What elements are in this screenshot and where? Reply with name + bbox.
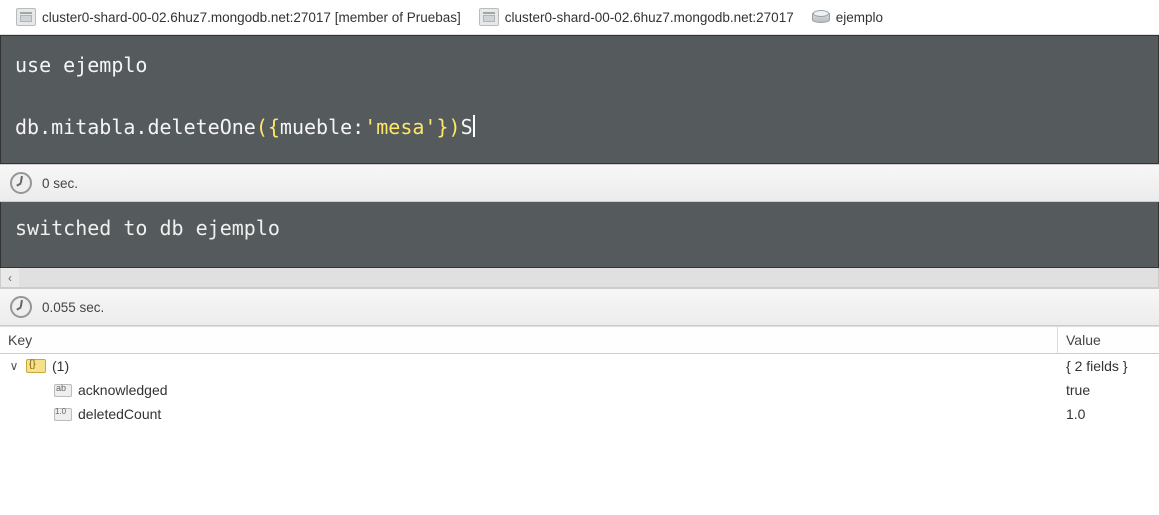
token-paren-close: ) [449, 115, 461, 139]
token-field-key: mueble: [280, 115, 364, 139]
token-paren-open: ( [256, 115, 268, 139]
scroll-track[interactable] [19, 268, 1158, 287]
token-identifier: ejemplo [63, 53, 147, 77]
clock-icon [10, 296, 32, 318]
breadcrumb-server[interactable]: cluster0-shard-00-02.6huz7.mongodb.net:2… [12, 6, 465, 28]
shell-output-1: switched to db ejemplo [0, 202, 1159, 268]
breadcrumb-host[interactable]: cluster0-shard-00-02.6huz7.mongodb.net:2… [475, 6, 798, 28]
breadcrumb-database[interactable]: ejemplo [808, 6, 887, 28]
result-row-acknowledged[interactable]: acknowledged true [0, 378, 1159, 402]
timing-2-text: 0.055 sec. [42, 300, 104, 315]
breadcrumb-host-label: cluster0-shard-00-02.6huz7.mongodb.net:2… [505, 10, 794, 25]
result-deletedcount-label: deletedCount [78, 406, 161, 422]
string-field-icon [54, 384, 72, 397]
token-brace-close: } [436, 115, 448, 139]
result-root-label: (1) [52, 358, 69, 374]
token-brace-open: { [268, 115, 280, 139]
result-deletedcount-value: 1.0 [1058, 402, 1159, 426]
scroll-left-icon[interactable]: ‹ [1, 271, 19, 285]
result-tree: ∨ (1) { 2 fields } acknowledged true del… [0, 354, 1159, 426]
document-icon [26, 359, 46, 373]
token-keyword: use [15, 53, 51, 77]
result-header-key[interactable]: Key [0, 327, 1058, 353]
result-row-deletedcount[interactable]: deletedCount 1.0 [0, 402, 1159, 426]
breadcrumb-database-label: ejemplo [836, 10, 883, 25]
result-acknowledged-label: acknowledged [78, 382, 168, 398]
result-row-root[interactable]: ∨ (1) { 2 fields } [0, 354, 1159, 378]
shell-editor[interactable]: use ejemplo db.mitabla.deleteOne({mueble… [0, 35, 1159, 164]
database-icon [812, 8, 830, 26]
output-hscroll[interactable]: ‹ [0, 268, 1159, 288]
breadcrumb-server-label: cluster0-shard-00-02.6huz7.mongodb.net:2… [42, 10, 461, 25]
number-field-icon [54, 408, 72, 421]
text-caret [473, 115, 475, 137]
output-1-text: switched to db ejemplo [15, 216, 280, 240]
result-root-value: { 2 fields } [1058, 354, 1159, 378]
result-header-row: Key Value [0, 326, 1159, 354]
result-header-value[interactable]: Value [1058, 327, 1159, 353]
token-trailing: S [461, 115, 473, 139]
breadcrumb: cluster0-shard-00-02.6huz7.mongodb.net:2… [0, 0, 1159, 35]
clock-icon [10, 172, 32, 194]
chevron-down-icon[interactable]: ∨ [8, 359, 20, 373]
timing-1-text: 0 sec. [42, 176, 78, 191]
server-icon [16, 8, 36, 26]
host-icon [479, 8, 499, 26]
token-string: 'mesa' [364, 115, 436, 139]
timing-bar-1: 0 sec. [0, 164, 1159, 202]
token-call: db.mitabla.deleteOne [15, 115, 256, 139]
result-acknowledged-value: true [1058, 378, 1159, 402]
timing-bar-2: 0.055 sec. [0, 288, 1159, 326]
